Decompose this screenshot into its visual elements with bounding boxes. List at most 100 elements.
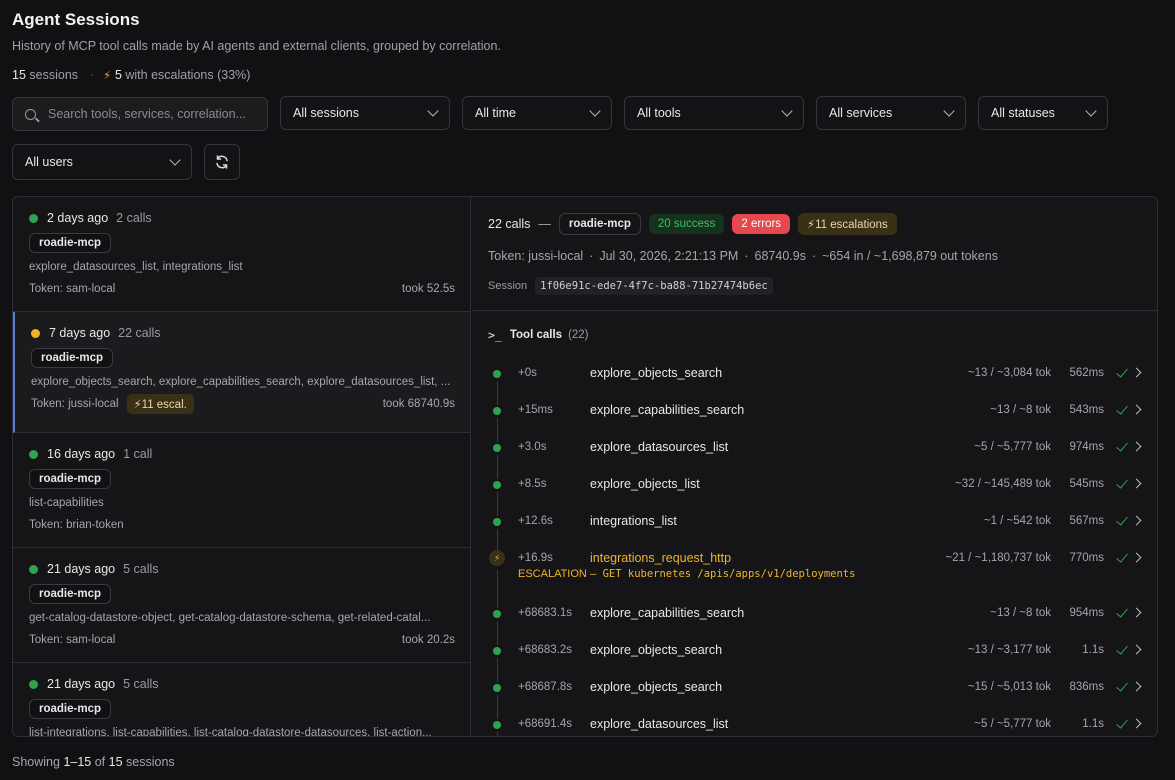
call-duration: 545ms [1069, 478, 1104, 490]
separator-dot: · [90, 68, 95, 82]
call-tool-name: explore_capabilities_search [590, 606, 745, 620]
chevron-right-icon[interactable] [1131, 607, 1142, 618]
tool-call-row[interactable]: +3.0s explore_datasources_list ~5 / ~5,777… [488, 439, 1142, 479]
chevron-right-icon[interactable] [1131, 367, 1142, 378]
pagination-summary: Showing 1–15 of 15 sessions [12, 755, 175, 769]
session-item-selected[interactable]: 7 days ago 22 calls roadie-mcp explore_ob… [13, 312, 470, 433]
tool-call-row[interactable]: +0s explore_objects_search ~13 / ~3,084 to… [488, 365, 1142, 405]
status-dot [493, 518, 501, 526]
call-tokens: ~5 / ~5,777 tok [974, 718, 1051, 730]
tool-calls-label: Tool calls [509, 329, 563, 341]
call-tokens: ~13 / ~3,177 tok [967, 644, 1051, 656]
tools-filter-select[interactable]: All tools [624, 96, 804, 130]
session-item[interactable]: 21 days ago 5 calls roadie-mcp get-catalo… [13, 548, 470, 663]
search-input[interactable]: Search tools, services, correlation... [12, 97, 268, 131]
call-offset: +68687.8s [518, 681, 573, 693]
session-tools: list-integrations, list-capabilities, li… [29, 727, 432, 736]
call-tokens: ~13 / ~8 tok [990, 607, 1051, 619]
call-tokens: ~5 / ~5,777 tok [974, 441, 1051, 453]
check-icon [1116, 476, 1128, 489]
lightning-icon: ⚡ [133, 399, 142, 411]
escalation-label: ESCALATION [518, 568, 587, 580]
call-duration: 1.1s [1082, 644, 1104, 656]
session-calls: 2 calls [116, 211, 152, 225]
check-icon [1116, 605, 1128, 618]
server-badge: roadie-mcp [29, 233, 111, 253]
chevron-down-icon [589, 105, 601, 117]
detail-header: 22 calls — roadie-mcp 20 success 2 error… [488, 213, 897, 235]
call-offset: +0s [518, 367, 537, 379]
session-stats: 15 sessions · ⚡ 5 with escalations (33%) [12, 68, 250, 82]
tool-call-row[interactable]: +15ms explore_capabilities_search ~13 / ~8… [488, 402, 1142, 442]
users-filter-select[interactable]: All users [12, 144, 192, 180]
session-token: Token: sam-local [29, 634, 116, 646]
sessions-filter-value: All sessions [293, 106, 359, 120]
server-badge: roadie-mcp [29, 584, 111, 604]
session-id[interactable]: 1f06e91c-ede7-4f7c-ba88-71b27474b6ec [535, 277, 773, 295]
dash-separator: — [538, 217, 551, 231]
call-offset: +8.5s [518, 478, 547, 490]
lightning-icon: ⚡ [807, 219, 816, 231]
refresh-button[interactable] [204, 144, 240, 180]
detail-meta: Token: jussi-local · Jul 30, 2026, 2:21:13… [488, 249, 998, 263]
call-duration: 567ms [1069, 515, 1104, 527]
status-dot [493, 444, 501, 452]
chevron-right-icon[interactable] [1131, 718, 1142, 729]
tool-call-row[interactable]: +68683.1s explore_capabilities_search ~13 … [488, 605, 1142, 645]
detail-tokens: ~654 in / ~1,698,879 out tokens [822, 249, 998, 263]
chevron-right-icon[interactable] [1131, 552, 1142, 563]
tool-call-row[interactable]: +8.5s explore_objects_list ~32 / ~145,489 … [488, 476, 1142, 516]
status-dot [493, 684, 501, 692]
session-id-row: Session 1f06e91c-ede7-4f7c-ba88-71b27474… [488, 277, 773, 295]
call-tool-name: explore_objects_list [590, 477, 700, 491]
session-token: Token: sam-local [29, 283, 116, 295]
detail-duration: 68740.9s [754, 249, 806, 263]
tool-calls-count: (22) [568, 329, 589, 341]
tool-call-row[interactable]: +68687.8s explore_objects_search ~15 / ~5,… [488, 679, 1142, 719]
chevron-right-icon[interactable] [1131, 478, 1142, 489]
session-count: 15 [12, 68, 26, 82]
server-badge: roadie-mcp [31, 348, 113, 368]
call-offset: +15ms [518, 404, 553, 416]
call-duration: 562ms [1069, 367, 1104, 379]
statuses-filter-select[interactable]: All statuses [978, 96, 1108, 130]
check-icon [1116, 513, 1128, 526]
session-tools: get-catalog-datastore-object, get-catalo… [29, 612, 431, 624]
check-icon [1116, 550, 1128, 563]
sessions-filter-select[interactable]: All sessions [280, 96, 450, 130]
session-label: Session [488, 280, 528, 292]
tool-call-row[interactable]: ⚡ +16.9s integrations_request_http ~21 / ~1… [488, 550, 1142, 608]
check-icon [1116, 439, 1128, 452]
search-icon [25, 108, 36, 120]
session-item[interactable]: 21 days ago 5 calls roadie-mcp list-integ… [13, 663, 470, 736]
escalation-label: with escalations (33%) [125, 68, 251, 82]
chevron-right-icon[interactable] [1131, 441, 1142, 452]
tool-call-row[interactable]: +12.6s integrations_list ~1 / ~542 tok 567m… [488, 513, 1142, 553]
chevron-right-icon[interactable] [1131, 404, 1142, 415]
check-icon [1116, 679, 1128, 692]
success-badge: 20 success [648, 214, 725, 234]
session-tools: explore_objects_search, explore_capabili… [31, 376, 451, 388]
session-token: Token: jussi-local [31, 398, 119, 410]
services-filter-value: All services [829, 106, 893, 120]
time-filter-select[interactable]: All time [462, 96, 612, 130]
chevron-right-icon[interactable] [1131, 515, 1142, 526]
tool-call-row[interactable]: +68683.2s explore_objects_search ~13 / ~3,… [488, 642, 1142, 682]
status-dot [493, 370, 501, 378]
showing-total: 15 [108, 755, 123, 769]
page-subtitle: History of MCP tool calls made by AI age… [12, 39, 501, 53]
detail-date: Jul 30, 2026, 2:21:13 PM [599, 249, 739, 263]
call-tool-name: integrations_request_http [590, 551, 732, 565]
chevron-right-icon[interactable] [1131, 681, 1142, 692]
chevron-right-icon[interactable] [1131, 644, 1142, 655]
status-dot [493, 647, 501, 655]
status-dot [493, 481, 501, 489]
services-filter-select[interactable]: All services [816, 96, 966, 130]
chevron-down-icon [169, 154, 181, 166]
session-item[interactable]: 2 days ago 2 calls roadie-mcp explore_dat… [13, 197, 470, 312]
escalations-badge: ⚡11 escalations [798, 213, 897, 235]
session-item[interactable]: 16 days ago 1 call roadie-mcp list-capabi… [13, 433, 470, 548]
tool-call-row[interactable]: +68691.4s explore_datasources_list ~5 / ~5… [488, 716, 1142, 736]
status-dot [29, 564, 38, 574]
chevron-down-icon [427, 105, 439, 117]
